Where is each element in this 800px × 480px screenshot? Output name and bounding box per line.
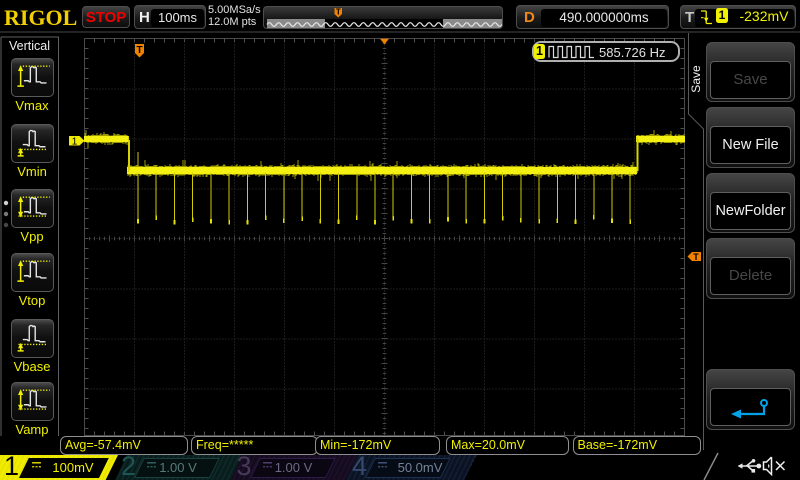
svg-text:T: T <box>693 252 699 262</box>
svg-text:1: 1 <box>72 136 78 147</box>
